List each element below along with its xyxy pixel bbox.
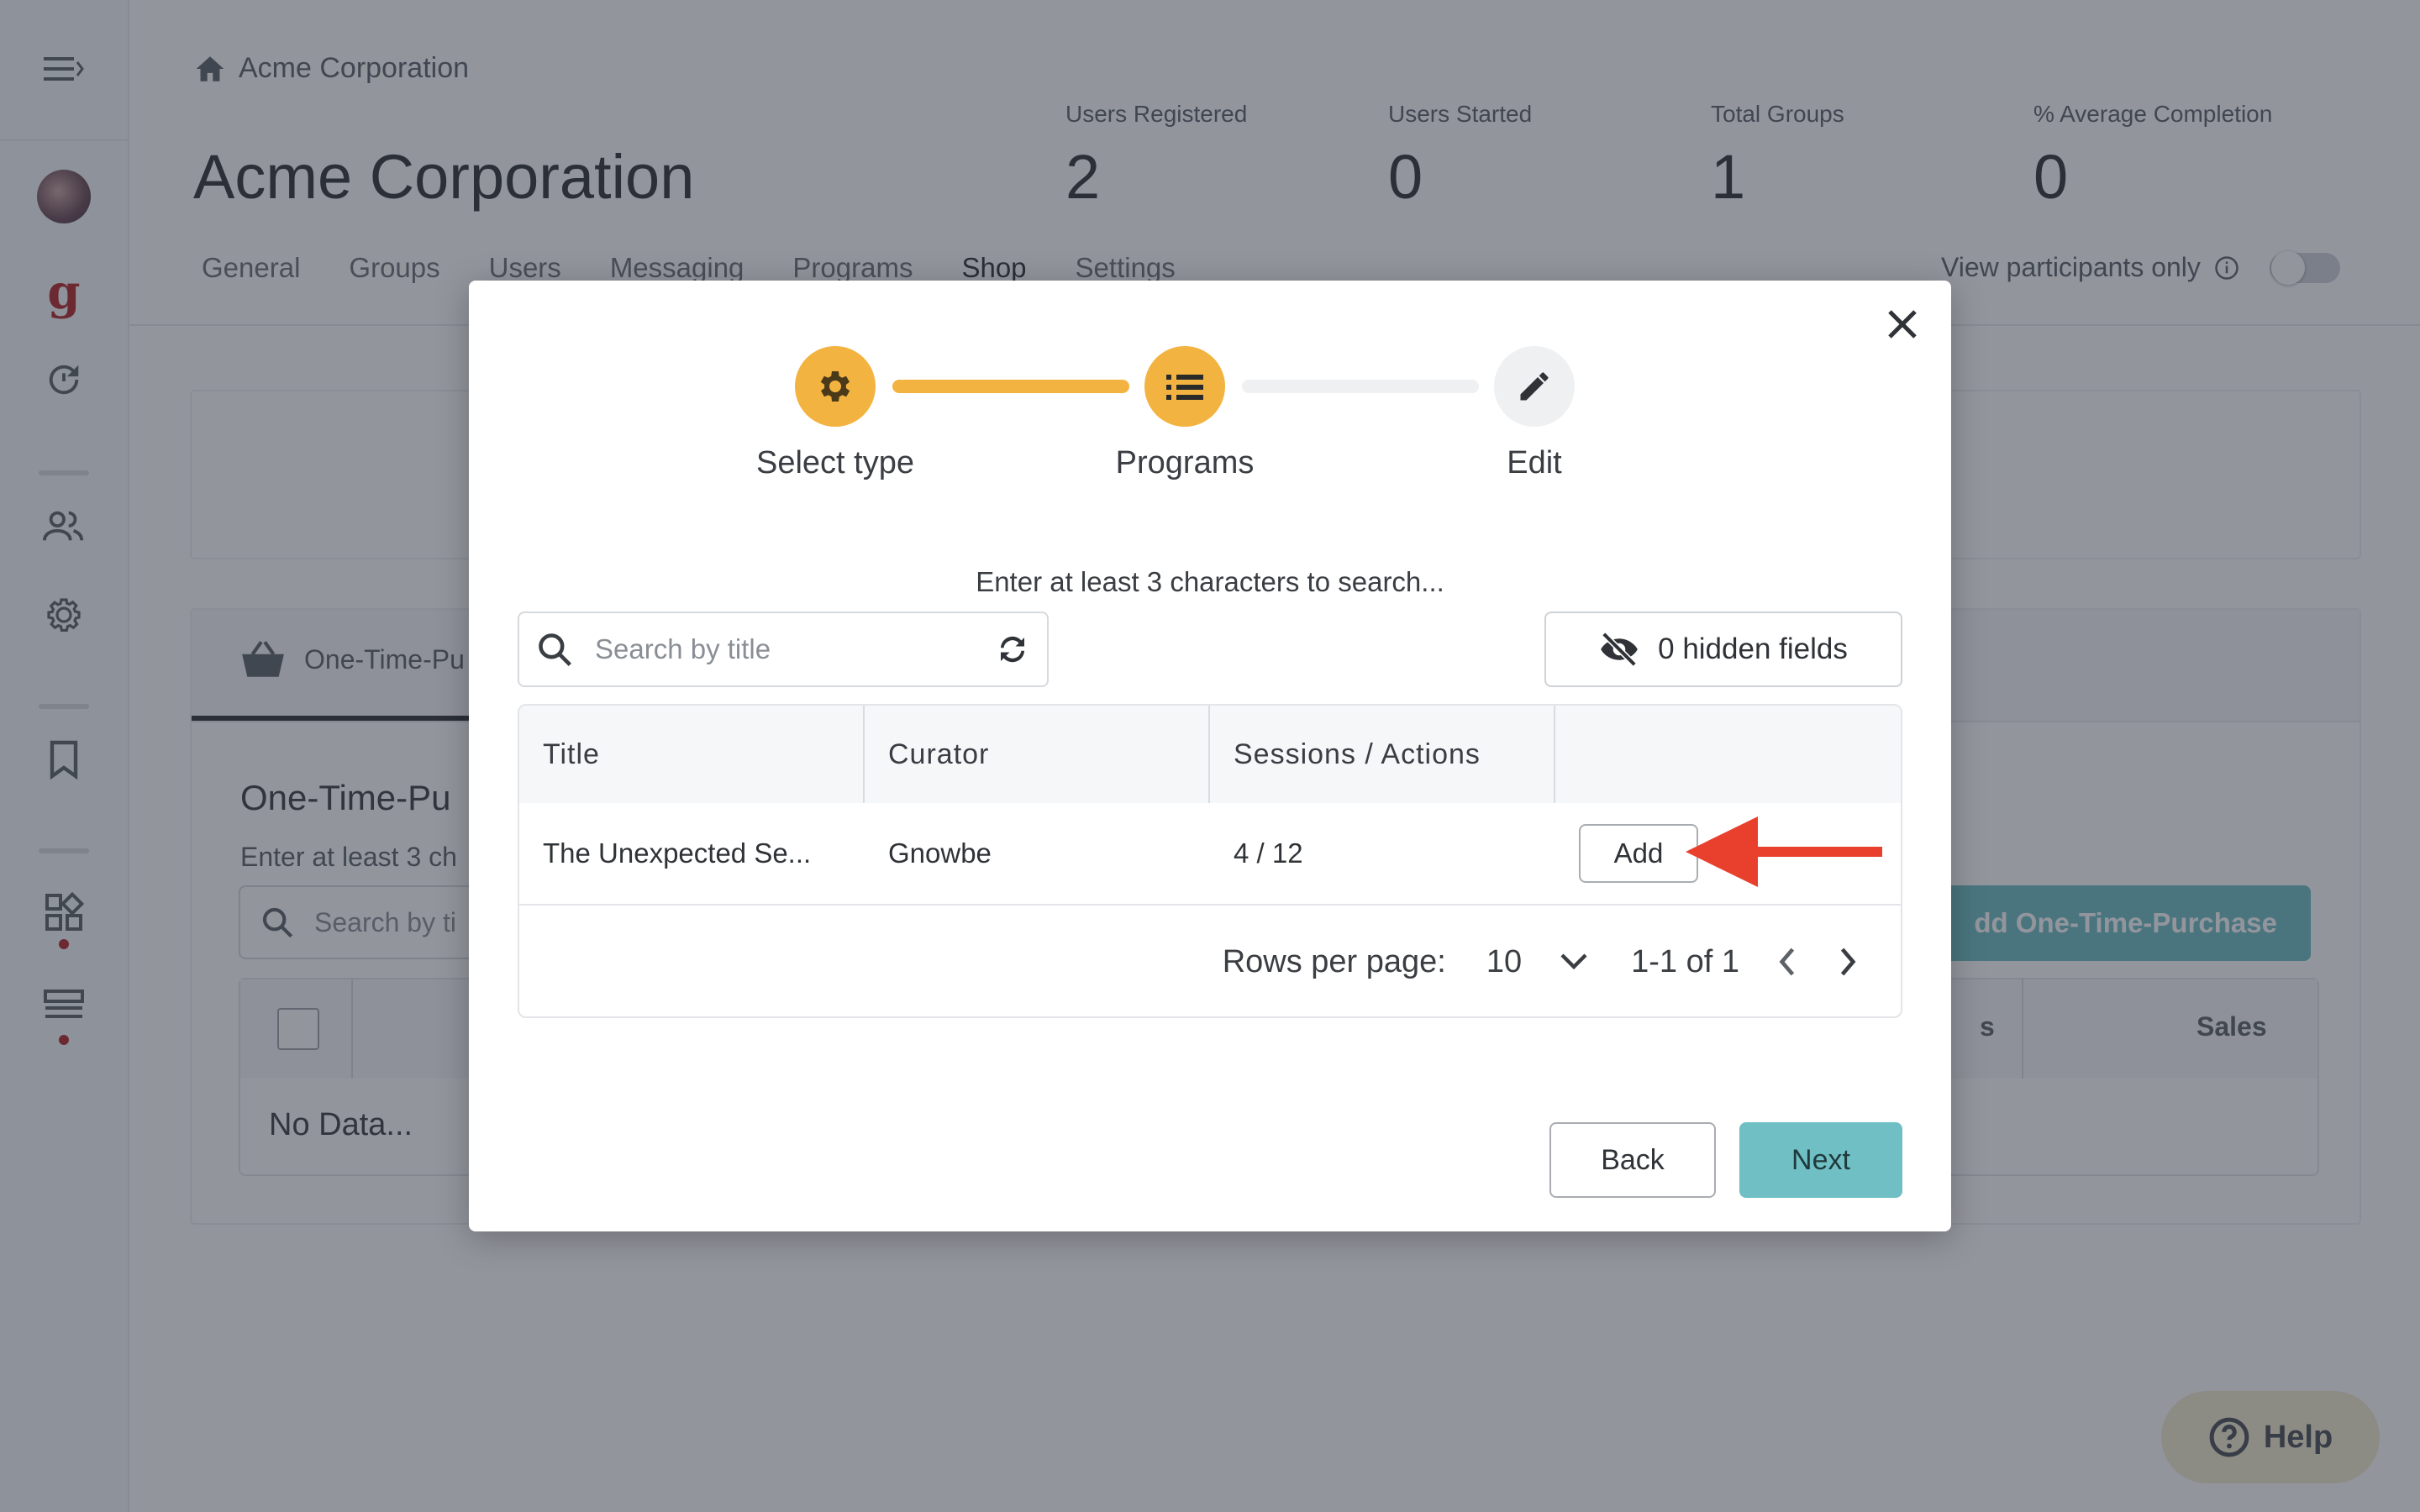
search-icon <box>539 633 571 666</box>
column-header-curator[interactable]: Curator <box>865 706 1210 803</box>
pagination: Rows per page: 10 1-1 of 1 <box>519 906 1901 1016</box>
rows-per-page-value: 10 <box>1486 943 1523 979</box>
close-icon[interactable] <box>1877 299 1928 349</box>
hidden-fields-button[interactable]: 0 hidden fields <box>1544 612 1902 687</box>
table-header: Title Curator Sessions / Actions <box>519 706 1901 803</box>
step-connector-pending <box>1242 380 1479 393</box>
cell-sessions-actions: 4 / 12 <box>1234 837 1303 869</box>
pencil-icon <box>1520 372 1549 401</box>
program-search-box <box>518 612 1049 687</box>
back-button[interactable]: Back <box>1549 1122 1716 1198</box>
cell-title: The Unexpected Se... <box>543 837 812 869</box>
step-label-select-type: Select type <box>756 445 914 480</box>
rows-per-page-label: Rows per page: <box>1222 943 1446 979</box>
step-connector-done <box>892 380 1129 393</box>
program-search-input[interactable] <box>593 633 995 666</box>
column-header-sessions-actions[interactable]: Sessions / Actions <box>1210 706 1555 803</box>
list-icon <box>1166 375 1203 400</box>
step-label-programs: Programs <box>1115 445 1255 480</box>
rows-per-page-select[interactable]: 10 <box>1486 944 1587 980</box>
create-purchase-modal: Select type Programs Edit Enter at least… <box>469 281 1951 1231</box>
column-header-title[interactable]: Title <box>519 706 865 803</box>
column-header-action <box>1555 706 1901 803</box>
next-button[interactable]: Next <box>1739 1122 1902 1198</box>
annotation-arrow-icon <box>1686 816 1882 887</box>
pagination-range: 1-1 of 1 <box>1631 943 1739 979</box>
step-label-edit: Edit <box>1507 445 1562 480</box>
gear-icon <box>820 371 850 402</box>
hidden-fields-label: 0 hidden fields <box>1658 633 1848 665</box>
eye-off-icon <box>1601 633 1638 666</box>
cell-curator: Gnowbe <box>888 837 992 869</box>
chevron-left-icon[interactable] <box>1778 948 1797 976</box>
step-programs <box>1144 346 1225 427</box>
refresh-icon[interactable] <box>995 632 1030 667</box>
chevron-down-icon <box>1560 953 1587 970</box>
search-hint: Enter at least 3 characters to search... <box>976 566 1444 597</box>
step-edit <box>1494 346 1575 427</box>
step-select-type <box>795 346 876 427</box>
chevron-right-icon[interactable] <box>1839 948 1857 976</box>
